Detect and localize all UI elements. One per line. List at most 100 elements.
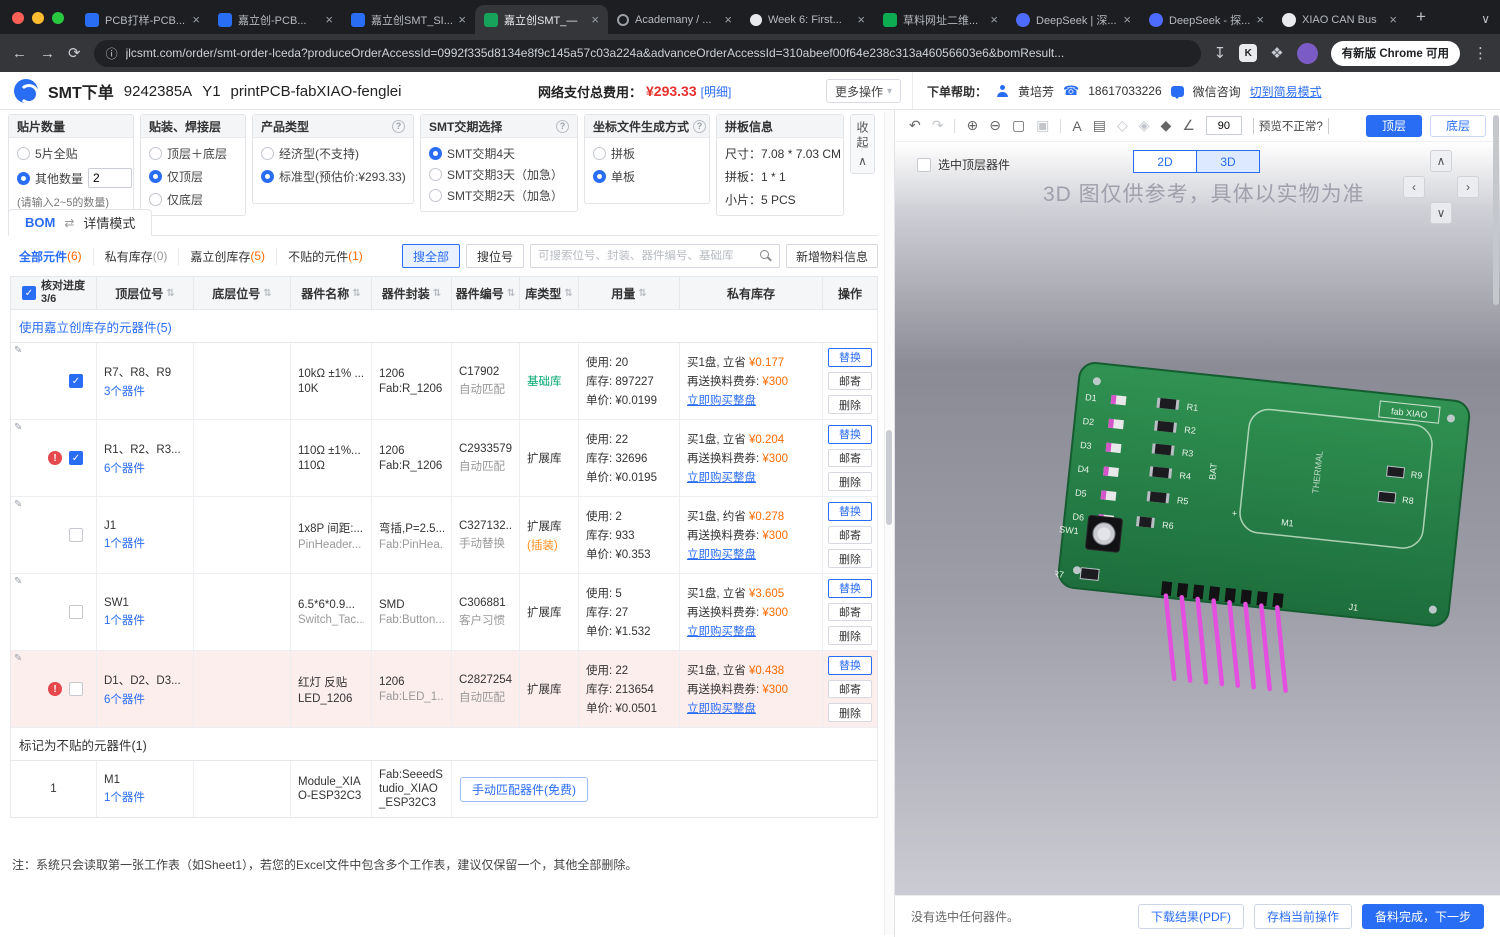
pcb-3d-canvas[interactable]: 选中顶层器件 2D 3D 3D 图仅供参考，具体以实物为准 ∧ ‹ › ∨ fa… (895, 142, 1500, 895)
help-icon[interactable]: ? (392, 119, 405, 133)
layer-option-both[interactable]: 顶层＋底层 (149, 145, 237, 162)
qty-option-all[interactable]: 5片全贴 (17, 145, 125, 162)
table-row-r7r8r9[interactable]: ✎ ✓ R7、R8、R9 3个器件 10kΩ ±1% ... 10K 1206 Fab:… (11, 343, 877, 420)
chrome-update-button[interactable]: 有新版 Chrome 可用 (1330, 40, 1460, 66)
sort-icon[interactable]: ⇅ (564, 288, 572, 299)
delete-button[interactable]: 删除 (828, 395, 872, 415)
row-checkbox[interactable] (69, 528, 83, 542)
redo-icon[interactable]: ↷ (932, 117, 944, 134)
tab-close-icon[interactable]: × (990, 12, 998, 27)
browser-tab-week6[interactable]: Week 6: First... × (741, 5, 874, 34)
undo-icon[interactable]: ↶ (909, 117, 921, 134)
radio-icon[interactable] (429, 168, 442, 181)
layer-filled-icon[interactable]: ◆ (1161, 117, 1172, 134)
replace-button[interactable]: 替换 (828, 502, 872, 521)
delete-button[interactable]: 删除 (828, 626, 872, 646)
pcb-3d-render[interactable]: fab XIAO D1 D2 D3 D4 D5 D6 R1 R2 R3 R4 R… (1055, 354, 1485, 804)
lead-option-2d[interactable]: SMT交期2天（加急） (429, 187, 569, 204)
rotate-down-button[interactable]: ∨ (1430, 202, 1452, 224)
ref-count-link[interactable]: 6个器件 (104, 460, 186, 476)
ref-count-link[interactable]: 6个器件 (104, 691, 186, 707)
left-scrollbar-thumb[interactable] (886, 430, 892, 525)
replace-button[interactable]: 替换 (828, 579, 872, 598)
layer-option-top[interactable]: 仅顶层 (149, 168, 237, 185)
help-icon[interactable]: ? (556, 119, 569, 133)
col-bottom-refdes[interactable]: 底层位号 ⇅ (194, 277, 291, 310)
radio-icon-checked[interactable] (17, 171, 30, 185)
tab-close-icon[interactable]: × (1389, 12, 1397, 27)
table-row-sw1[interactable]: ✎ SW1 1个器件 6.5*6*0.9... Switch_Tac... SMD F… (11, 574, 877, 651)
next-step-button[interactable]: 备料完成，下一步 (1361, 904, 1484, 929)
col-footprint[interactable]: 器件封装 ⇅ (372, 277, 452, 310)
tab-close-icon[interactable]: × (857, 12, 865, 27)
radio-icon[interactable] (17, 147, 30, 160)
profile-avatar[interactable] (1296, 42, 1318, 64)
table-row-m1[interactable]: 1 M1 1个器件 Module_XIAO-ESP32C3 Fab:SeeedSt… (11, 761, 877, 817)
text-tool-icon[interactable]: A (1072, 118, 1081, 134)
ref-count-link[interactable]: 1个器件 (104, 535, 186, 551)
download-icon[interactable]: ↧ (1214, 44, 1227, 62)
browser-tab-smt-1[interactable]: 嘉立创SMT_SI... × (342, 5, 475, 34)
search-box[interactable] (529, 244, 780, 268)
site-info-icon[interactable]: ⓘ (106, 45, 118, 62)
search-all-button[interactable]: 搜全部 (401, 244, 460, 268)
new-tab-button[interactable]: + (1406, 7, 1436, 34)
radio-icon-checked[interactable] (261, 170, 274, 183)
replace-button[interactable]: 替换 (828, 656, 872, 675)
filter-jlc-stock[interactable]: 嘉立创库存 (5) (179, 247, 278, 265)
rotate-left-button[interactable]: ‹ (1403, 176, 1425, 198)
table-row-r1r2r3[interactable]: ✎! ✓ R1、R2、R3... 6个器件 110Ω ±1%... 110Ω 1206… (11, 420, 877, 497)
fee-detail-link[interactable]: [明细] (701, 83, 732, 100)
buy-reel-link[interactable]: 立即购买整盘 (687, 392, 815, 408)
radio-icon[interactable] (593, 147, 606, 160)
select-top-parts-option[interactable]: 选中顶层器件 (917, 156, 1010, 173)
row-checkbox[interactable] (69, 682, 83, 696)
tab-search-chevron-icon[interactable]: ∨ (1481, 12, 1490, 26)
lead-option-3d[interactable]: SMT交期3天（加急） (429, 166, 569, 183)
tab-close-icon[interactable]: × (192, 12, 200, 27)
detail-mode-label[interactable]: 详情模式 (83, 213, 135, 232)
mode-2d-button[interactable]: 2D (1133, 150, 1197, 173)
sort-icon[interactable]: ⇅ (433, 288, 441, 299)
table-row-d1d2d3[interactable]: ✎! D1、D2、D3... 6个器件 红灯 反贴 LED_1206 1206 Fab… (11, 651, 877, 728)
radio-icon[interactable] (149, 147, 162, 160)
filter-private-stock[interactable]: 私有库存 (0) (94, 247, 180, 265)
more-actions-button[interactable]: 更多操作 ▾ (826, 79, 902, 103)
col-top-refdes[interactable]: 顶层位号 ⇅ (97, 277, 194, 310)
radio-icon-checked[interactable] (593, 170, 606, 183)
buy-reel-link[interactable]: 立即购买整盘 (687, 700, 815, 716)
col-usage[interactable]: 用量 ⇅ (579, 277, 680, 310)
edit-icon[interactable]: ✎ (14, 422, 22, 433)
maximize-window-icon[interactable] (52, 12, 64, 24)
tab-close-icon[interactable]: × (724, 12, 732, 27)
zoom-out-icon[interactable]: ⊖ (989, 117, 1001, 134)
forward-icon[interactable]: → (40, 45, 55, 62)
filter-no-mount[interactable]: 不贴的元件 (1) (277, 248, 374, 265)
ref-count-link[interactable]: 1个器件 (104, 789, 186, 805)
layer-option-bottom[interactable]: 仅底层 (149, 191, 237, 208)
radio-icon[interactable] (149, 193, 162, 206)
manual-match-button[interactable]: 手动匹配器件(免费) (460, 776, 588, 802)
col-part-number[interactable]: 器件编号 ⇅ (452, 277, 520, 310)
minimize-window-icon[interactable] (32, 12, 44, 24)
coord-option-panel[interactable]: 拼板 (593, 145, 701, 162)
add-material-button[interactable]: 新增物料信息 (785, 244, 878, 268)
mode-3d-button[interactable]: 3D (1196, 150, 1260, 173)
replace-button[interactable]: 替换 (828, 425, 872, 444)
tab-close-icon[interactable]: × (458, 12, 466, 27)
wechat-consult[interactable]: 微信咨询 (1193, 83, 1241, 100)
rotation-angle-input[interactable] (1205, 116, 1242, 135)
browser-tab-pcb-order[interactable]: PCB打样-PCB... × (76, 5, 209, 34)
mail-button[interactable]: 邮寄 (828, 371, 872, 391)
extensions-icon[interactable]: ❖ (1270, 44, 1283, 62)
qty-option-other[interactable]: 其他数量 (17, 168, 133, 188)
rotate-right-button[interactable]: › (1457, 176, 1479, 198)
back-icon[interactable]: ← (12, 45, 27, 62)
ref-count-link[interactable]: 1个器件 (104, 612, 186, 628)
buy-reel-link[interactable]: 立即购买整盘 (687, 623, 815, 639)
browser-tab-qrcode[interactable]: 草料网址二维... × (874, 5, 1007, 34)
ref-count-link[interactable]: 3个器件 (104, 383, 186, 399)
refresh-icon[interactable]: ⟳ (68, 44, 81, 62)
layer-outline-icon[interactable]: ◇ (1117, 117, 1128, 134)
edit-icon[interactable]: ✎ (14, 345, 22, 356)
